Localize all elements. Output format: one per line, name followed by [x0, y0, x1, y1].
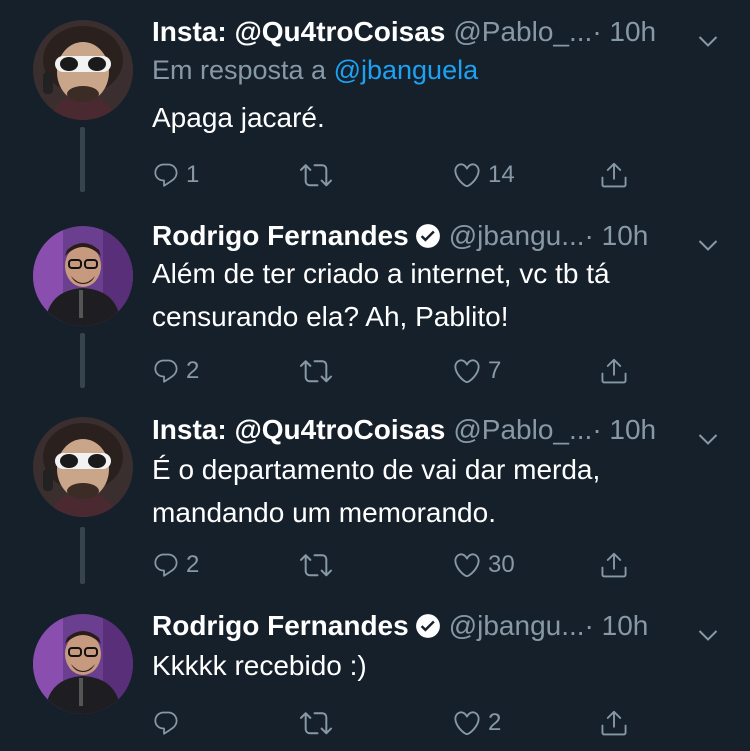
- avatar[interactable]: [33, 614, 133, 714]
- tweet-header: Insta: @Qu4troCoisas @Pablo_...· 10h: [152, 410, 720, 450]
- reply-icon: [152, 709, 180, 737]
- display-name[interactable]: Insta: @Qu4troCoisas: [152, 414, 445, 445]
- reply-count: 2: [186, 357, 200, 384]
- tweet-text: É o departamento de vai dar merda, manda…: [152, 448, 720, 534]
- reply-icon: [152, 357, 180, 385]
- timestamp[interactable]: · 10h: [585, 610, 649, 641]
- tweet-text-line: Além de ter criado a internet, vc tb tá: [152, 258, 610, 289]
- timestamp[interactable]: · 10h: [592, 16, 656, 47]
- reply-count: 2: [186, 551, 200, 578]
- reply-to-link[interactable]: @jbanguela: [334, 55, 479, 85]
- retweet-button[interactable]: [300, 703, 338, 743]
- share-button[interactable]: [599, 155, 629, 195]
- like-count: 7: [488, 357, 502, 384]
- like-count: 14: [488, 161, 515, 188]
- reply-button[interactable]: 1: [152, 155, 199, 195]
- tweet[interactable]: Insta: @Qu4troCoisas @Pablo_...· 10h É o …: [0, 392, 750, 588]
- action-bar: 1 14: [152, 155, 652, 195]
- like-button[interactable]: 14: [452, 155, 515, 195]
- tweet-text-line: mandando um memorando.: [152, 497, 496, 528]
- handle[interactable]: @jbangu...: [449, 610, 585, 641]
- reply-count: 1: [186, 161, 200, 188]
- tweet-header: Rodrigo Fernandes @jbangu...· 10h: [152, 606, 720, 646]
- share-icon: [599, 708, 629, 738]
- tweet[interactable]: Insta: @Qu4troCoisas @Pablo_...· 10h Em r…: [0, 0, 750, 196]
- retweet-button[interactable]: [300, 155, 338, 195]
- action-bar: 2 30: [152, 545, 652, 585]
- tweet-text-line: censurando ela? Ah, Pablito!: [152, 301, 509, 332]
- timestamp[interactable]: · 10h: [592, 414, 656, 445]
- tweet[interactable]: Rodrigo Fernandes @jbangu...· 10h Kkkkk r…: [0, 588, 750, 751]
- like-icon: [452, 356, 482, 386]
- like-count: 2: [488, 709, 502, 736]
- reply-context: Em resposta a @jbanguela: [152, 55, 478, 86]
- share-icon: [599, 160, 629, 190]
- like-icon: [452, 160, 482, 190]
- retweet-icon: [300, 549, 332, 581]
- timestamp[interactable]: · 10h: [585, 220, 649, 251]
- share-icon: [599, 356, 629, 386]
- reply-icon: [152, 161, 180, 189]
- share-button[interactable]: [599, 703, 629, 743]
- handle[interactable]: @jbangu...: [449, 220, 585, 251]
- chevron-down-icon[interactable]: [696, 24, 720, 64]
- retweet-button[interactable]: [300, 351, 338, 391]
- tweet[interactable]: Rodrigo Fernandes @jbangu...· 10h Além de…: [0, 196, 750, 392]
- handle[interactable]: @Pablo_...: [453, 16, 592, 47]
- tweet-text: Além de ter criado a internet, vc tb tá …: [152, 252, 720, 338]
- reply-icon: [152, 551, 180, 579]
- share-icon: [599, 550, 629, 580]
- action-bar: 2 7: [152, 351, 652, 391]
- retweet-button[interactable]: [300, 545, 338, 585]
- thread-line: [80, 527, 85, 584]
- retweet-icon: [300, 159, 332, 191]
- retweet-icon: [300, 355, 332, 387]
- display-name[interactable]: Insta: @Qu4troCoisas: [152, 16, 445, 47]
- like-button[interactable]: 2: [452, 703, 501, 743]
- tweet-header: Insta: @Qu4troCoisas @Pablo_...· 10h: [152, 12, 720, 52]
- display-name[interactable]: Rodrigo Fernandes: [152, 610, 409, 641]
- like-count: 30: [488, 551, 515, 578]
- retweet-icon: [300, 707, 332, 739]
- share-button[interactable]: [599, 351, 629, 391]
- tweet-text: Kkkkk recebido :): [152, 644, 720, 687]
- action-bar: 2: [152, 703, 652, 743]
- like-button[interactable]: 30: [452, 545, 515, 585]
- like-button[interactable]: 7: [452, 351, 501, 391]
- thread-line: [80, 333, 85, 388]
- share-button[interactable]: [599, 545, 629, 585]
- reply-button[interactable]: 2: [152, 351, 199, 391]
- tweet-text-line: É o departamento de vai dar merda,: [152, 454, 601, 485]
- handle[interactable]: @Pablo_...: [453, 414, 592, 445]
- tweet-text: Apaga jacaré.: [152, 96, 720, 139]
- tweet-text-line: Apaga jacaré.: [152, 102, 325, 133]
- reply-prefix: Em resposta a: [152, 55, 334, 85]
- reply-button[interactable]: 2: [152, 545, 199, 585]
- like-icon: [452, 708, 482, 738]
- reply-button[interactable]: [152, 703, 186, 743]
- avatar[interactable]: [33, 20, 133, 120]
- avatar[interactable]: [33, 226, 133, 326]
- avatar[interactable]: [33, 417, 133, 517]
- tweet-header: Rodrigo Fernandes @jbangu...· 10h: [152, 216, 720, 256]
- like-icon: [452, 550, 482, 580]
- tweet-text-line: Kkkkk recebido :): [152, 650, 367, 681]
- thread-line: [80, 127, 85, 192]
- display-name[interactable]: Rodrigo Fernandes: [152, 220, 409, 251]
